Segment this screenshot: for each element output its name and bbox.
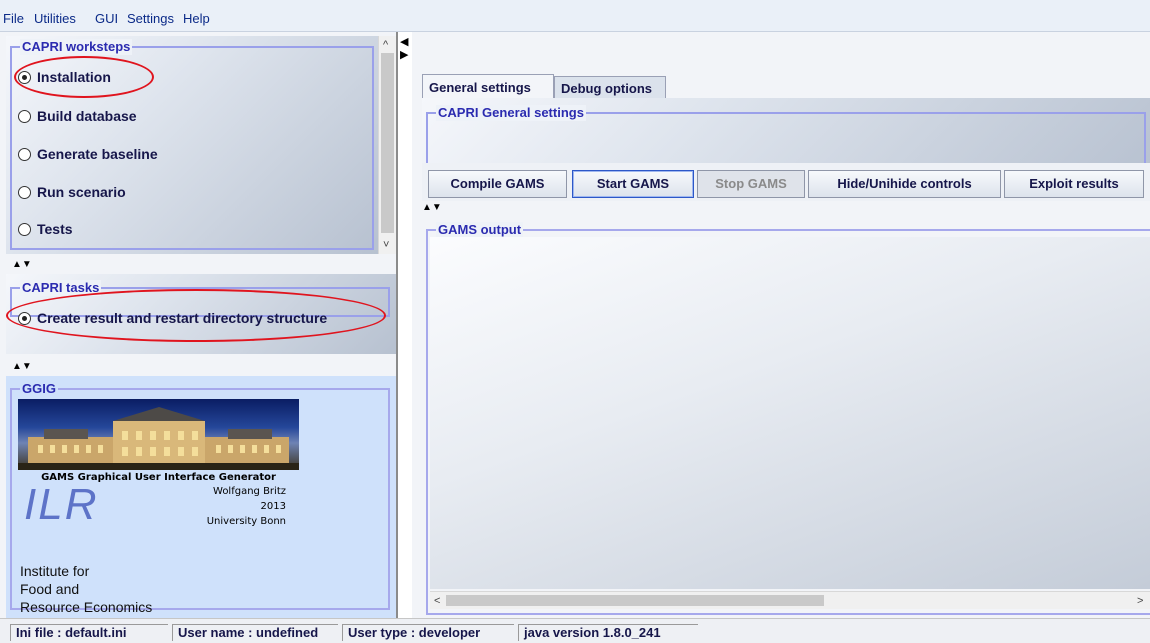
general-settings-legend: CAPRI General settings (436, 105, 586, 121)
radio-run-scenario[interactable]: Run scenario (18, 184, 126, 200)
exploit-results-button[interactable]: Exploit results (1004, 170, 1144, 198)
radio-tests[interactable]: Tests (18, 221, 73, 237)
status-java-version: java version 1.8.0_241 (518, 624, 698, 641)
castle-illustration (18, 407, 299, 470)
scroll-right-icon[interactable]: > (1137, 595, 1143, 607)
radio-unchecked-icon (18, 222, 31, 236)
right-panel: General settings Debug options CAPRI Gen… (412, 32, 1150, 618)
split-divider-arrows-icon[interactable]: ▲▼ (12, 258, 32, 272)
scroll-left-icon[interactable]: < (434, 595, 440, 607)
menu-gui[interactable]: GUI (95, 11, 118, 26)
highlight-ellipse (6, 289, 386, 342)
menu-settings[interactable]: Settings (127, 11, 174, 26)
radio-label: Run scenario (37, 184, 126, 200)
split-collapse-arrows-icon[interactable]: ◀ ▶ (400, 36, 411, 68)
output-horizontal-scrollbar[interactable]: < > (430, 591, 1150, 609)
hide-unhide-controls-button[interactable]: Hide/Unihide controls (808, 170, 1001, 198)
status-user-name: User name : undefined (172, 624, 338, 641)
radio-unchecked-icon (18, 185, 31, 199)
institute-line-3: Resource Economics (20, 599, 153, 615)
menu-file[interactable]: File (3, 11, 24, 26)
university-text: University Bonn (206, 516, 286, 527)
ggig-legend: GGIG (20, 381, 58, 397)
menu-bar: File Utilities GUI Settings Help (0, 0, 1150, 32)
left-panel: CAPRI worksteps Installation Build datab… (0, 32, 398, 618)
split-divider-arrows-icon[interactable]: ▲▼ (422, 201, 442, 215)
status-user-type: User type : developer (342, 624, 514, 641)
scroll-up-icon[interactable]: ^ (383, 39, 388, 51)
menu-utilities[interactable]: Utilities (34, 11, 76, 26)
tab-general-settings[interactable]: General settings (422, 74, 554, 98)
year-text: 2013 (260, 501, 286, 512)
tab-debug-options[interactable]: Debug options (554, 76, 666, 98)
highlight-ellipse (14, 56, 154, 98)
stop-gams-button[interactable]: Stop GAMS (697, 170, 805, 198)
scroll-thumb[interactable] (446, 595, 824, 606)
status-bar: Ini file : default.ini User name : undef… (0, 618, 1150, 643)
institute-line-1: Institute for (20, 563, 90, 579)
scroll-down-icon[interactable]: ˅ (383, 239, 389, 251)
ilr-logo: ILR (24, 480, 99, 529)
worksteps-scrollbar[interactable]: ^ ˅ (378, 36, 396, 254)
gams-output-text-area[interactable] (430, 237, 1150, 589)
gams-output-panel: GAMS output < > (422, 217, 1150, 617)
status-ini-file: Ini file : default.ini (10, 624, 168, 641)
castle-banner-image (18, 399, 299, 470)
radio-build-database[interactable]: Build database (18, 108, 137, 124)
institute-line-2: Food and (20, 581, 80, 597)
gams-output-legend: GAMS output (436, 222, 524, 238)
split-divider-arrows-icon[interactable]: ▲▼ (12, 360, 32, 374)
radio-label: Tests (37, 221, 73, 237)
radio-label: Generate baseline (37, 146, 158, 162)
start-gams-button[interactable]: Start GAMS (572, 170, 694, 198)
ggig-panel: GGIG GAMS Graphical User Interface Gener… (6, 376, 396, 618)
radio-unchecked-icon (18, 109, 31, 123)
author-text: Wolfgang Britz (213, 486, 286, 497)
radio-unchecked-icon (18, 147, 31, 161)
worksteps-legend: CAPRI worksteps (20, 39, 133, 55)
scroll-thumb[interactable] (381, 53, 394, 233)
radio-label: Build database (37, 108, 137, 124)
radio-generate-baseline[interactable]: Generate baseline (18, 146, 158, 162)
menu-help[interactable]: Help (183, 11, 210, 26)
compile-gams-button[interactable]: Compile GAMS (428, 170, 567, 198)
